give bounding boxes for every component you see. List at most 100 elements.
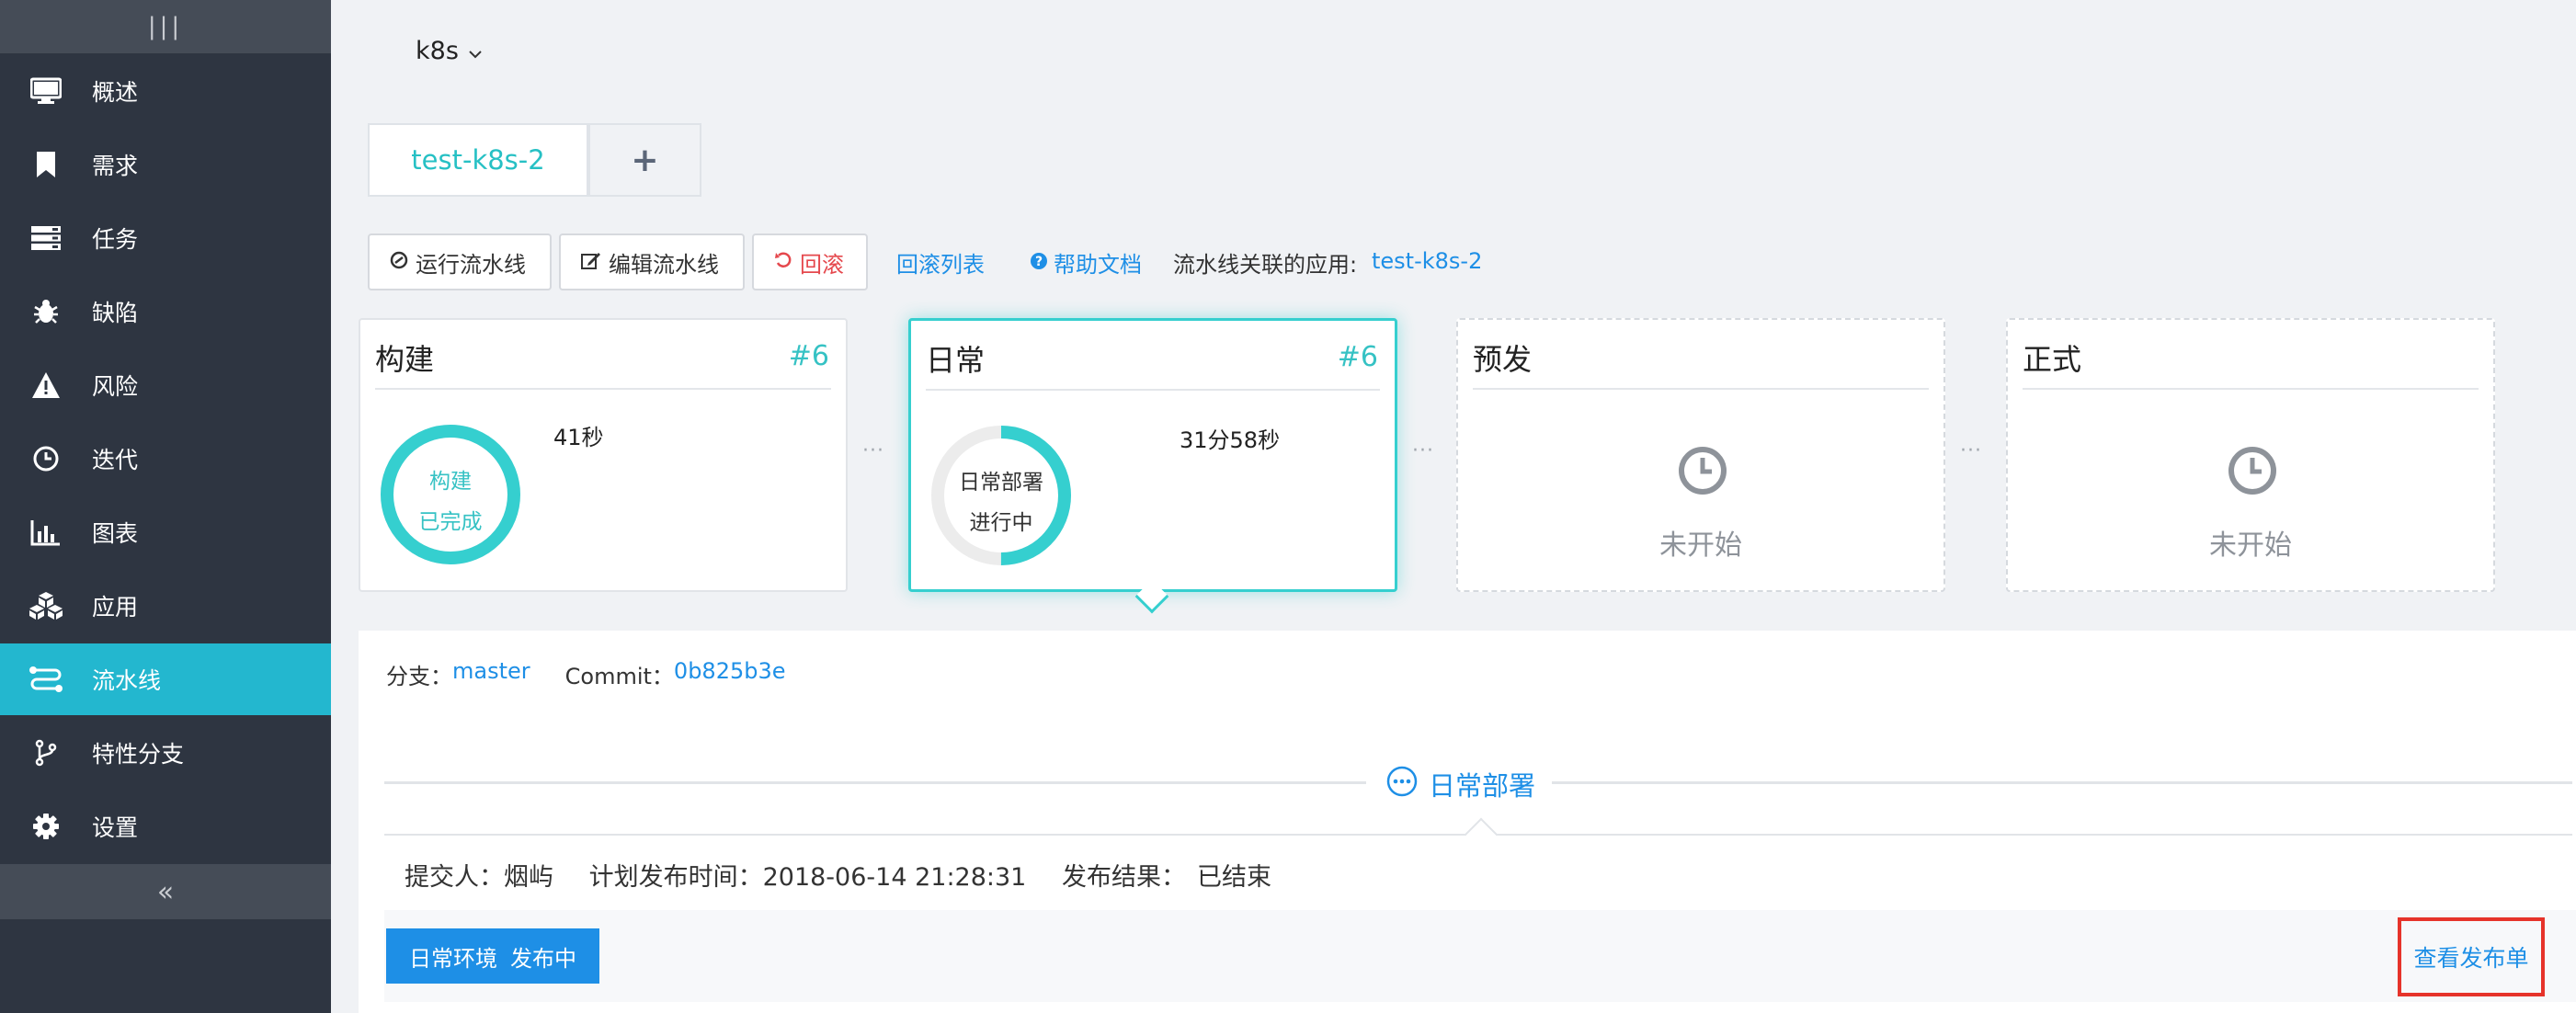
run-icon [390, 249, 408, 275]
stage-card-daily[interactable]: 日常 #6 日常部署 进行中 31分58秒 [908, 318, 1397, 592]
sidebar-item-risks[interactable]: 风险 [0, 349, 331, 421]
sidebar-item-label: 应用 [92, 594, 139, 620]
sidebar-item-settings[interactable]: 设置 [0, 791, 331, 862]
stage-card-prerelease[interactable]: 预发 未开始 [1456, 318, 1945, 592]
sidebar-item-defects[interactable]: 缺陷 [0, 276, 331, 347]
sidebar-item-label: 需求 [92, 153, 139, 179]
sidebar-item-label: 概述 [92, 79, 139, 106]
sidebar-item-tasks[interactable]: 任务 [0, 202, 331, 274]
stage-divider [375, 388, 831, 390]
commit-link[interactable]: 0b825b3e [674, 658, 786, 690]
deploy-section-title[interactable]: 日常部署 [1386, 765, 1535, 803]
stage-divider [1473, 388, 1929, 390]
sidebar-item-pipeline[interactable]: 流水线 [0, 643, 331, 715]
progress-ring [931, 426, 1071, 565]
tab-label: test-k8s-2 [411, 144, 545, 176]
view-release-order-link[interactable]: 查看发布单 [2398, 917, 2545, 996]
help-docs-link[interactable]: ? 帮助文档 [1030, 246, 1142, 279]
ring-label-line2: 进行中 [969, 511, 1033, 535]
pipeline-icon [28, 665, 64, 694]
related-app-link[interactable]: test-k8s-2 [1372, 248, 1482, 274]
sidebar-item-requirements[interactable]: 需求 [0, 129, 331, 200]
monitor-icon [28, 76, 64, 106]
env-status-bar [384, 910, 2576, 1002]
sidebar-item-applications[interactable]: 应用 [0, 570, 331, 642]
rollback-list-label: 回滚列表 [896, 252, 985, 278]
sidebar-item-label: 特性分支 [92, 741, 185, 768]
sidebar-item-feature-branches[interactable]: 特性分支 [0, 717, 331, 789]
rollback-list-link[interactable]: 回滚列表 [896, 246, 985, 279]
sidebar-item-label: 任务 [92, 226, 139, 253]
deploy-section-label: 日常部署 [1429, 770, 1536, 802]
sidebar-item-label: 风险 [92, 373, 139, 400]
edit-pipeline-button[interactable]: 编辑流水线 [559, 233, 745, 290]
clock-icon [1679, 447, 1727, 495]
stage-connector: ··· [862, 439, 884, 462]
branch-label: 分支： [386, 664, 452, 689]
chevron-down-icon [468, 37, 483, 65]
stage-title: 正式 [2023, 342, 2082, 377]
add-pipeline-tab-button[interactable]: + [588, 123, 701, 197]
submitter-value: 烟屿 [504, 863, 553, 892]
help-docs-label: 帮助文档 [1054, 252, 1142, 278]
ring-label-line1: 构建 [429, 470, 472, 494]
stage-divider [2023, 388, 2479, 390]
stage-card-production[interactable]: 正式 未开始 [2006, 318, 2495, 592]
stage-title: 日常 [926, 343, 986, 378]
submitter-field: 提交人：烟屿 [405, 863, 553, 892]
stage-duration: 31分58秒 [1180, 427, 1281, 453]
run-pipeline-label: 运行流水线 [416, 251, 526, 278]
sidebar-item-label: 流水线 [92, 667, 162, 694]
rollback-label: 回滚 [800, 251, 844, 278]
bug-icon [28, 297, 64, 326]
undo-icon [774, 249, 792, 275]
sidebar-item-label: 迭代 [92, 447, 139, 473]
svg-text:?: ? [1035, 255, 1043, 269]
env-name: 日常环境 [409, 945, 497, 972]
env-status: 发布中 [510, 945, 576, 972]
related-app-label: test-k8s-2 [1372, 248, 1483, 274]
stage-duration: 41秒 [553, 425, 604, 450]
related-app-prefix: 流水线关联的应用: [1173, 252, 1358, 278]
stage-status: 未开始 [2209, 529, 2292, 562]
branch-link[interactable]: master [452, 658, 530, 690]
edit-icon [581, 249, 601, 275]
clock-icon [2228, 447, 2276, 495]
edit-pipeline-label: 编辑流水线 [609, 251, 719, 278]
bar-chart-icon [28, 518, 64, 547]
tab-pipeline[interactable]: test-k8s-2 [368, 123, 588, 197]
run-pipeline-button[interactable]: 运行流水线 [368, 233, 552, 290]
ring-label-line1: 日常部署 [959, 471, 1043, 495]
plus-icon: + [631, 141, 659, 179]
sidebar-toggle[interactable]: ||| [0, 0, 331, 53]
warning-icon [28, 370, 64, 400]
branch-icon [28, 738, 64, 768]
sidebar-item-label: 设置 [92, 814, 139, 841]
plan-time-label: 计划发布时间： [588, 863, 763, 892]
more-circle-icon [1386, 766, 1418, 803]
section-divider-right [1552, 781, 2572, 784]
double-chevron-left-icon: « [156, 875, 175, 908]
sidebar-item-overview[interactable]: 概述 [0, 55, 331, 127]
env-selector[interactable]: k8s [416, 37, 483, 65]
sidebar-collapse-button[interactable]: « [0, 864, 331, 919]
bookmark-icon [28, 150, 64, 179]
stage-card-build[interactable]: 构建 #6 构建 已完成 41秒 [359, 318, 848, 592]
rollback-button[interactable]: 回滚 [752, 233, 868, 290]
plan-time-value: 2018-06-14 21:28:31 [762, 863, 1027, 892]
env-selector-value: k8s [416, 37, 459, 65]
section-divider-left [384, 781, 1366, 784]
sidebar: ||| 概述 需求 任务 缺陷 风险 迭代 图表 应用 流水线 特性分支 设置 … [0, 0, 331, 1013]
clock-icon [28, 444, 64, 473]
sidebar-item-charts[interactable]: 图表 [0, 496, 331, 568]
stage-title: 构建 [375, 342, 435, 377]
result-value: 已结束 [1196, 863, 1271, 892]
env-status-badge: 日常环境 发布中 [386, 928, 599, 984]
stage-title: 预发 [1473, 342, 1533, 377]
sidebar-item-iterations[interactable]: 迭代 [0, 423, 331, 495]
result-field: 发布结果： 已结束 [1062, 863, 1271, 892]
menu-toggle-glyph: ||| [147, 13, 184, 40]
ring-label-line2: 已完成 [418, 510, 483, 534]
sidebar-item-label: 缺陷 [92, 300, 139, 326]
progress-ring [381, 425, 520, 564]
